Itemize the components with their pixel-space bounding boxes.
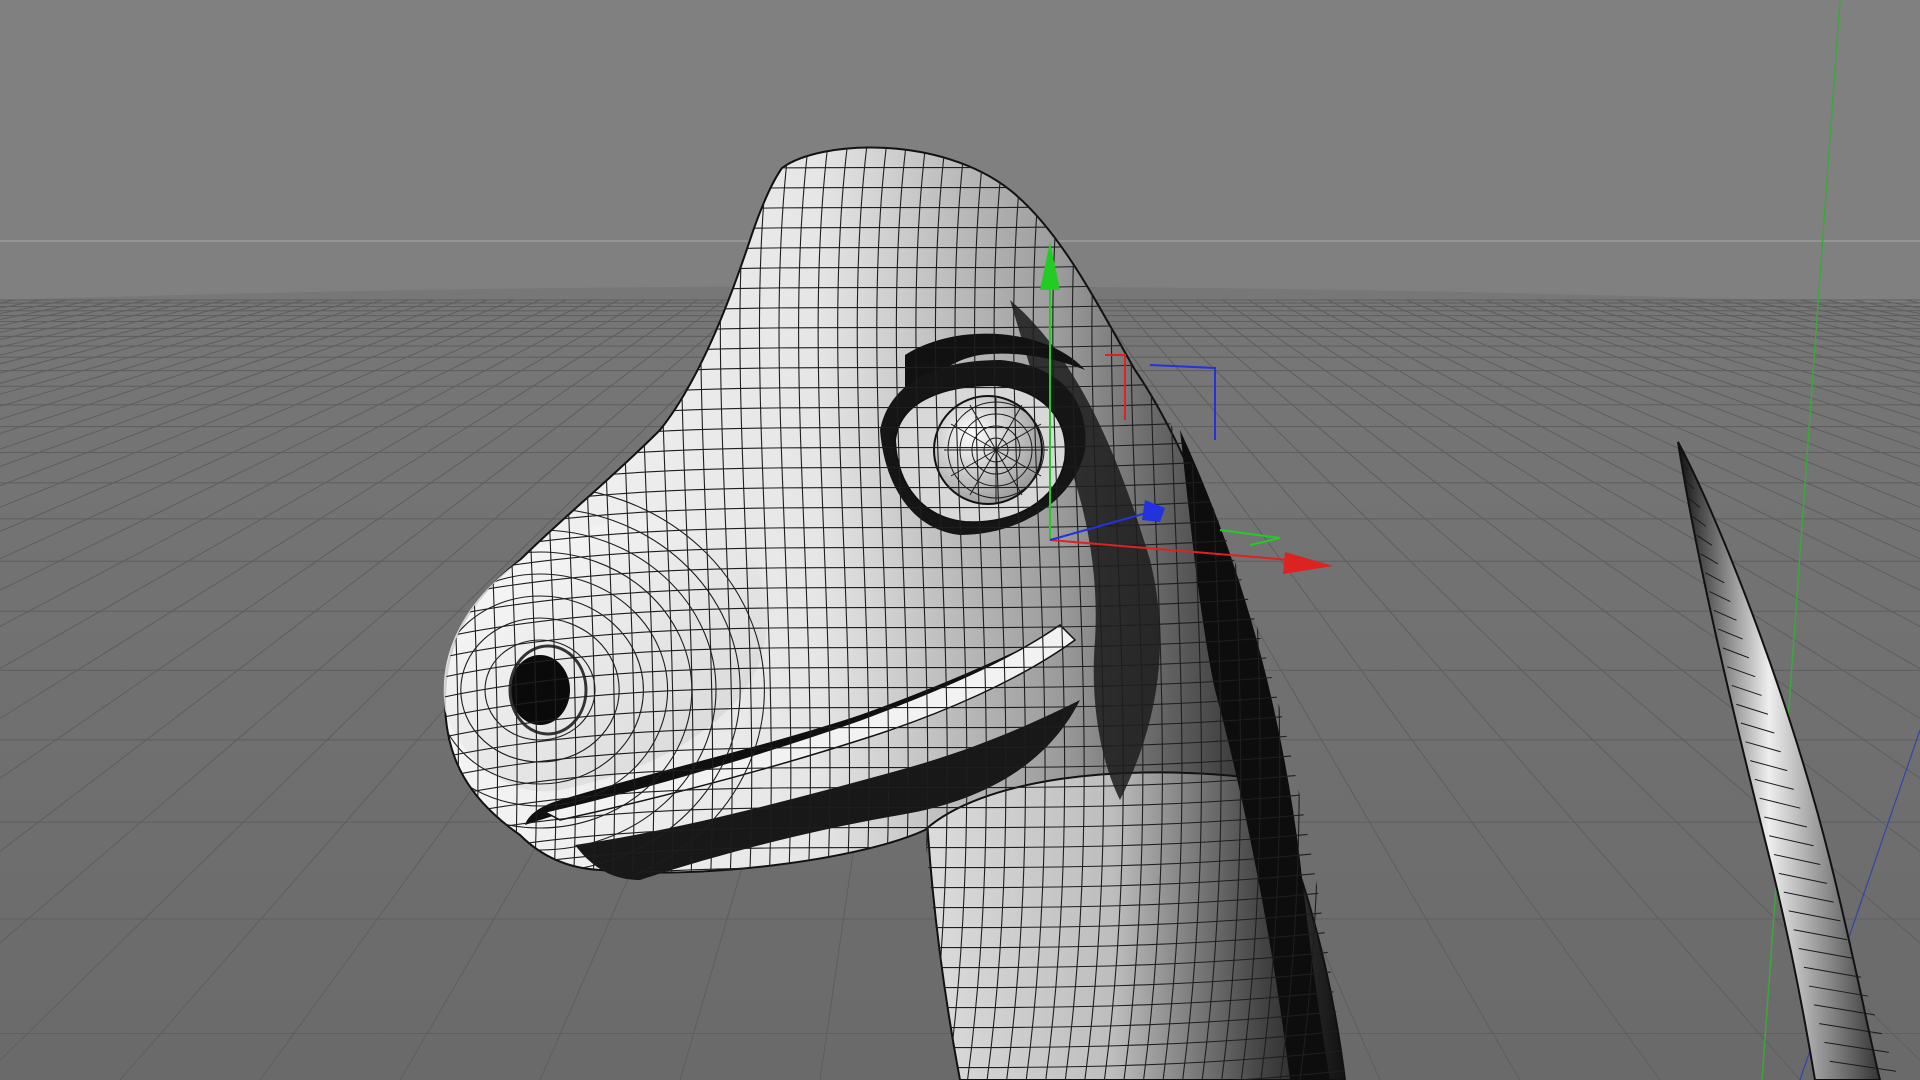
viewport-canvas[interactable] [0, 0, 1920, 1080]
nostril [510, 655, 570, 725]
3d-viewport[interactable] [0, 0, 1920, 1080]
